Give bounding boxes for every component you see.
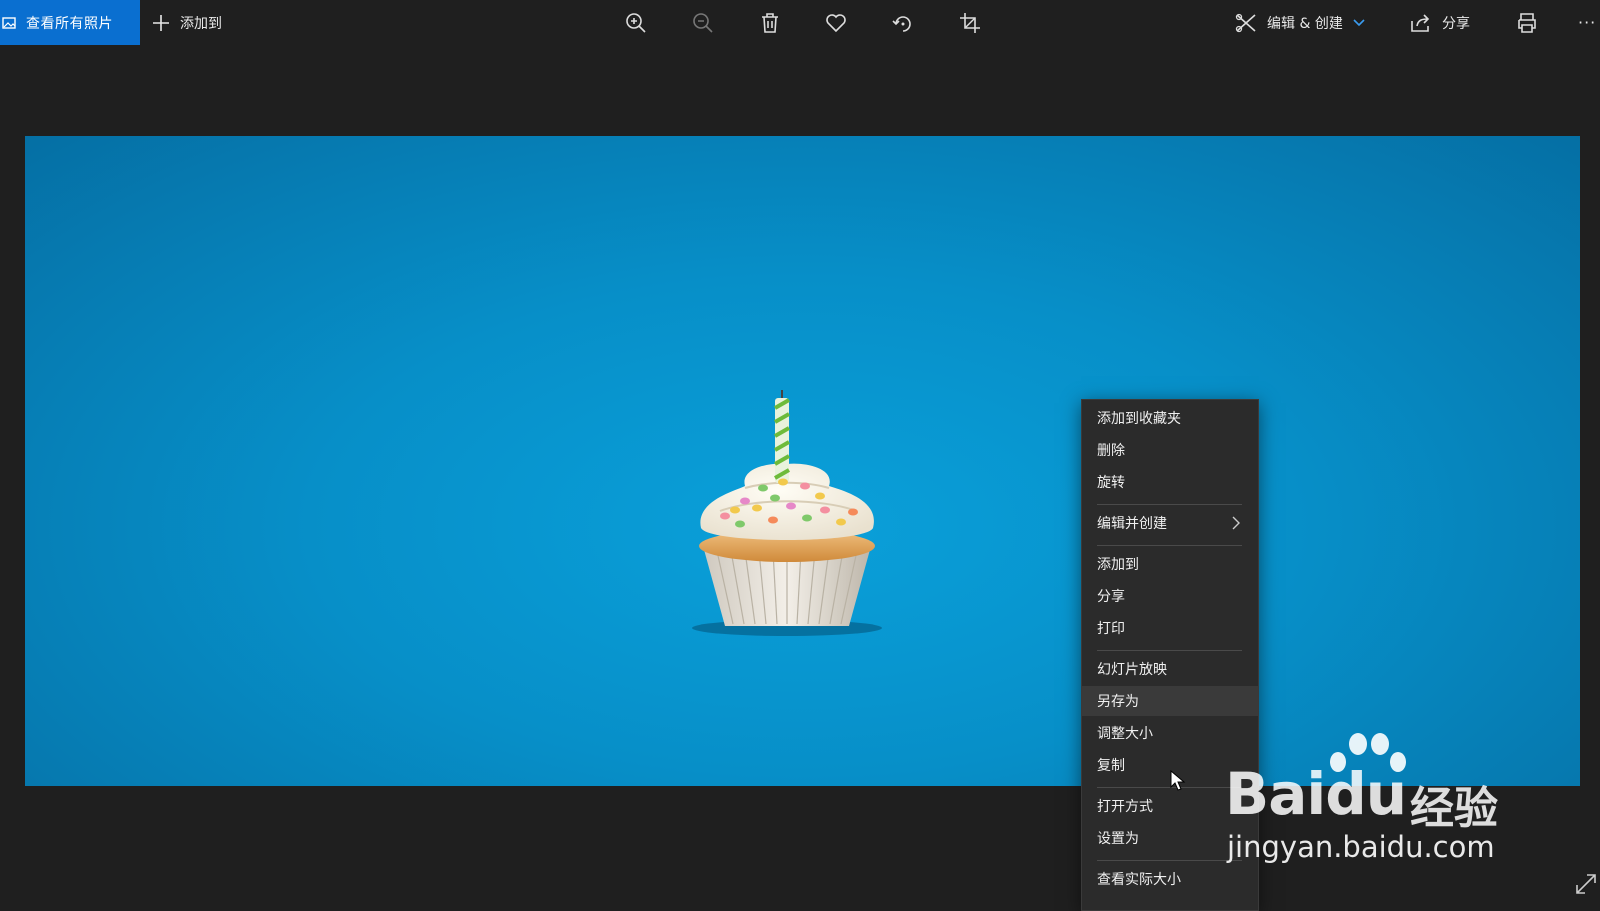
menu-item-label: 分享 (1097, 589, 1125, 605)
menu-item-label: 设置为 (1097, 831, 1139, 847)
baidu-logo-text: Baidu (1225, 760, 1407, 828)
menu-item-label: 删除 (1097, 443, 1125, 459)
mouse-cursor-icon (1170, 770, 1186, 791)
zoom-out-icon[interactable] (690, 10, 716, 36)
menu-item-slideshow[interactable]: 幻灯片放映 (1082, 654, 1258, 684)
menu-item-share[interactable]: 分享 (1082, 581, 1258, 611)
photo-viewer-image[interactable] (25, 136, 1580, 786)
baidu-jingyan-watermark: Baidu 经验 jingyan.baidu.com (1225, 730, 1525, 870)
menu-item-label: 旋转 (1097, 475, 1125, 491)
expand-icon[interactable] (1575, 873, 1597, 895)
jingyan-text: 经验 (1410, 783, 1498, 834)
share-button[interactable]: 分享 (1410, 0, 1470, 45)
plus-icon (152, 14, 170, 32)
watermark-url: jingyan.baidu.com (1227, 830, 1495, 864)
edit-create-button[interactable]: 编辑 & 创建 (1235, 0, 1365, 45)
menu-separator (1097, 860, 1242, 861)
crop-icon[interactable] (957, 10, 983, 36)
more-button[interactable]: ··· (1578, 0, 1596, 45)
photo-icon (2, 16, 16, 30)
menu-item-label: 复制 (1097, 758, 1125, 774)
baidu-brand-text: Bai (1225, 760, 1326, 828)
edit-create-icon (1235, 13, 1257, 33)
menu-separator (1097, 545, 1242, 546)
toolbar: 查看所有照片 添加到 编辑 & 创建 分享 ··· (0, 0, 1600, 45)
share-icon (1410, 13, 1432, 33)
delete-icon[interactable] (757, 10, 783, 36)
menu-item-print[interactable]: 打印 (1082, 613, 1258, 643)
rotate-icon[interactable] (890, 10, 916, 36)
menu-item-label: 打印 (1097, 621, 1125, 637)
add-to-label: 添加到 (180, 15, 222, 32)
edit-create-label: 编辑 & 创建 (1267, 15, 1343, 32)
menu-item-label: 打开方式 (1097, 799, 1153, 815)
heart-icon[interactable] (823, 10, 849, 36)
cupcake-image (692, 390, 882, 636)
menu-item-label: 另存为 (1097, 694, 1139, 710)
menu-item-label: 查看实际大小 (1097, 872, 1181, 888)
chevron-down-icon (1353, 18, 1365, 27)
view-all-photos-button[interactable]: 查看所有照片 (0, 0, 140, 45)
menu-item-edit-and-create[interactable]: 编辑并创建 (1082, 508, 1258, 538)
menu-separator (1097, 650, 1242, 651)
chevron-right-icon (1232, 516, 1240, 534)
menu-item-label: 添加到收藏夹 (1097, 411, 1181, 427)
menu-item-label: 调整大小 (1097, 726, 1153, 742)
menu-item-rotate[interactable]: 旋转 (1082, 467, 1258, 497)
menu-item-save-as[interactable]: 另存为 (1082, 686, 1258, 716)
menu-item-add-to-favorites[interactable]: 添加到收藏夹 (1082, 403, 1258, 433)
share-label: 分享 (1442, 15, 1470, 32)
print-icon[interactable] (1514, 10, 1540, 36)
zoom-in-icon[interactable] (623, 10, 649, 36)
menu-item-delete[interactable]: 删除 (1082, 435, 1258, 465)
add-to-button[interactable]: 添加到 (152, 0, 222, 45)
menu-item-label: 幻灯片放映 (1097, 662, 1167, 678)
baidu-du-text: du (1325, 760, 1407, 828)
menu-item-add-to[interactable]: 添加到 (1082, 549, 1258, 579)
menu-item-label: 编辑并创建 (1097, 516, 1167, 532)
menu-separator (1097, 504, 1242, 505)
view-all-photos-label: 查看所有照片 (26, 15, 113, 32)
menu-item-label: 添加到 (1097, 557, 1139, 573)
more-icon: ··· (1578, 13, 1597, 32)
